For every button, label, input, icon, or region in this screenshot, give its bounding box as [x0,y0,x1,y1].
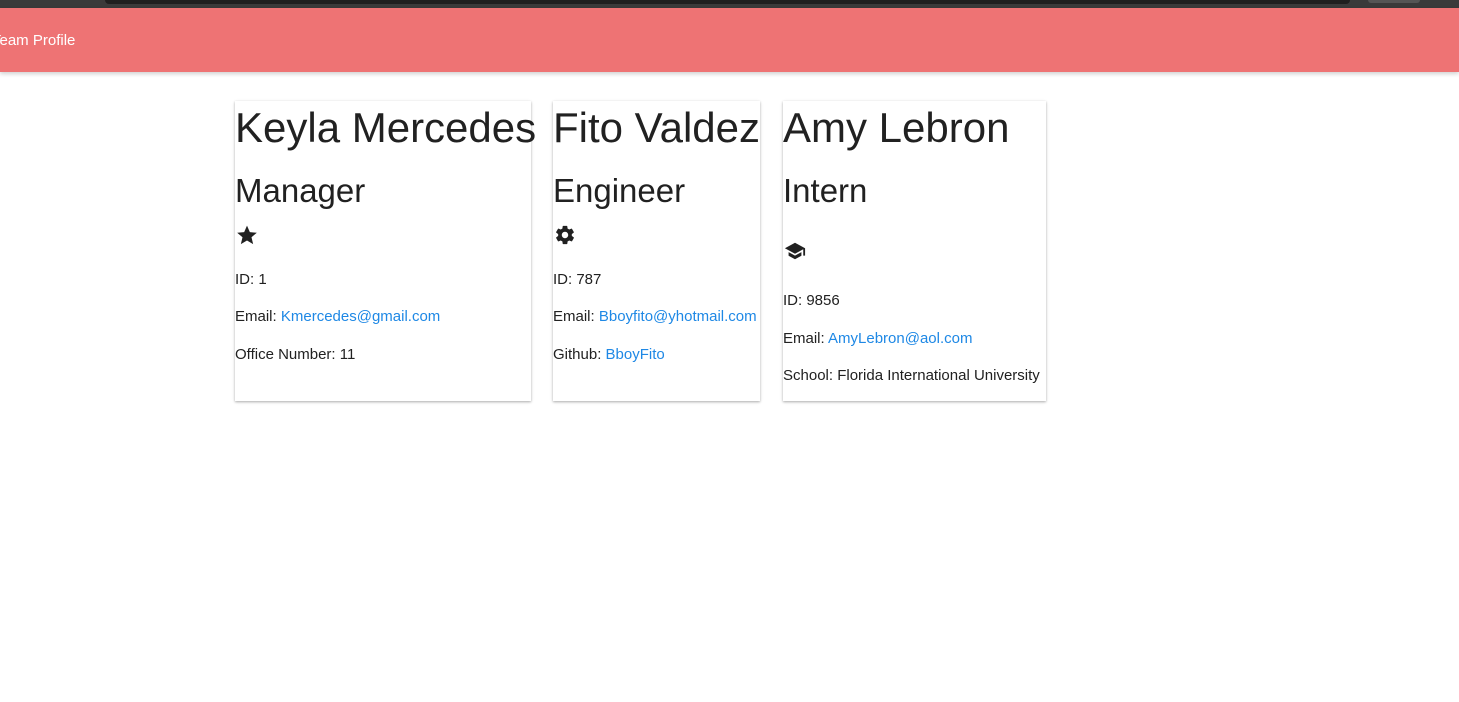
employee-id: ID: 787 [553,270,601,290]
browser-top-strip [0,0,1459,8]
email-label: Email: [235,308,277,325]
browser-address-area [105,0,1350,4]
github-label: Github: [553,346,602,363]
employee-school: School: Florida International University [783,366,1040,386]
employee-name: Amy Lebron [783,104,1010,151]
employee-github: Github: BboyFito [553,345,665,365]
star-icon [237,225,257,245]
employee-card-intern: Amy Lebron Intern ID: 9856 Email: AmyLeb… [783,101,1046,401]
id-label: ID: [553,271,573,288]
email-link[interactable]: Kmercedes@gmail.com [281,308,440,325]
browser-button[interactable] [1368,0,1420,3]
graduation-cap-icon [784,242,806,260]
office-number-value: 11 [339,346,356,363]
employee-role: Manager [235,172,366,209]
employee-card-manager: Keyla Mercedes Manager ID: 1 Email: Kmer… [235,101,536,401]
id-value: 1 [258,271,267,288]
employee-email: Email: Kmercedes@gmail.com [235,307,440,327]
id-value: 9856 [806,292,840,309]
email-label: Email: [783,330,825,347]
email-link[interactable]: Bboyfito@yhotmail.com [599,308,757,325]
employee-role: Intern [783,172,868,209]
employee-role: Engineer [553,172,686,209]
employee-id: ID: 9856 [783,291,840,311]
employee-card-engineer: Fito Valdez Engineer ID: 787 Email: Bboy… [553,101,760,401]
employee-name: Keyla Mercedes [235,104,537,151]
employee-office-number: Office Number: 11 [235,345,355,365]
employee-email: Email: Bboyfito@yhotmail.com [553,307,757,327]
id-value: 787 [576,271,602,288]
github-link[interactable]: BboyFito [606,346,665,363]
employee-email: Email: AmyLebron@aol.com [783,329,973,349]
office-number-label: Office Number: [235,346,336,363]
school-label: School: [783,367,834,384]
email-link[interactable]: AmyLebron@aol.com [828,330,972,347]
email-label: Email: [553,308,595,325]
gear-icon [556,225,574,245]
employee-name: Fito Valdez [553,104,760,151]
employee-id: ID: 1 [235,270,267,290]
school-value: Florida International University [837,367,1040,384]
navbar-brand[interactable]: Team Profile [0,31,75,51]
id-label: ID: [235,271,255,288]
id-label: ID: [783,292,803,309]
navbar: Team Profile [0,8,1459,72]
